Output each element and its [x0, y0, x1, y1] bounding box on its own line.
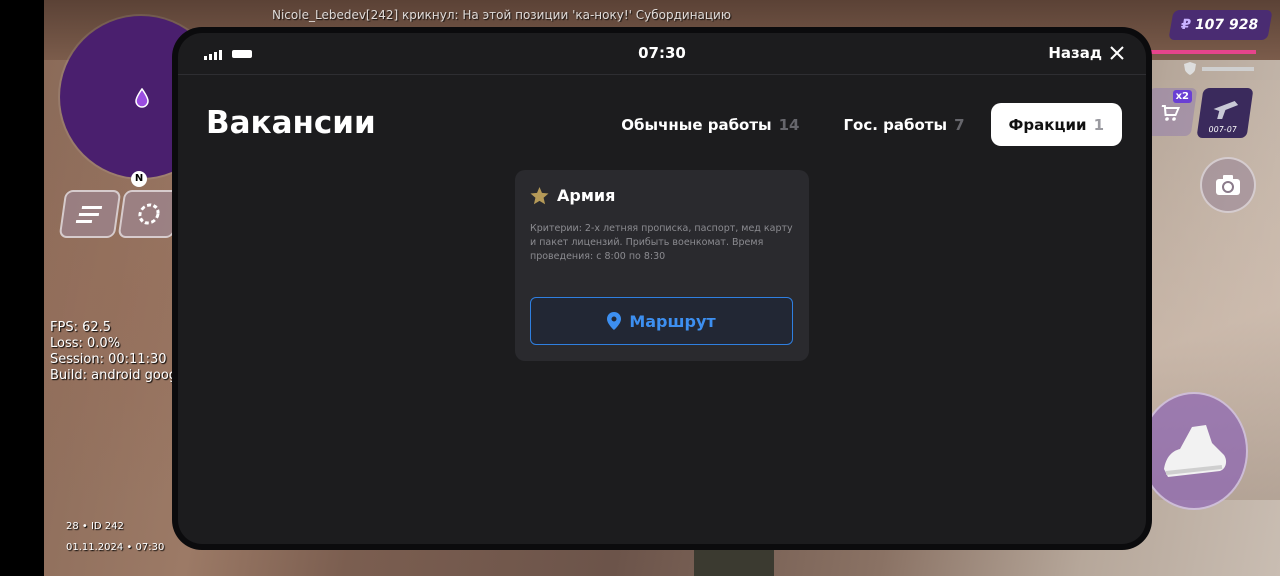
tab-label: Обычные работы [621, 115, 772, 134]
weapon-slot[interactable]: 007-07 [1196, 88, 1254, 138]
tab-factions[interactable]: Фракции 1 [990, 103, 1122, 146]
vacancy-card-header: Армия [530, 186, 794, 205]
camera-button[interactable] [1200, 157, 1256, 213]
build-text: Build: android goog [50, 368, 178, 383]
camera-rotate-icon [1216, 175, 1240, 195]
cart-icon [1161, 105, 1181, 121]
vacancy-tabs: Обычные работы 14 Гос. работы 7 Фракции … [603, 103, 1122, 146]
route-label: Маршрут [629, 311, 716, 331]
close-icon [1110, 46, 1124, 60]
vacancy-title: Армия [557, 186, 616, 205]
datetime-text: 01.11.2024 • 07:30 [66, 542, 165, 553]
phone-screen: 07:30 Назад Вакансии Обычные работы 14 Г… [178, 33, 1146, 544]
location-drop-icon [135, 88, 149, 108]
player-id-text: 28 • ID 242 [66, 521, 124, 532]
debug-stats: FPS: 62.5 Loss: 0.0% Session: 00:11:30 B… [50, 320, 177, 384]
loss-text: Loss: 0.0% [50, 336, 121, 351]
phone-frame: 07:30 Назад Вакансии Обычные работы 14 Г… [172, 27, 1152, 550]
star-icon [530, 186, 549, 204]
sneaker-icon [1164, 425, 1227, 477]
interaction-wheel-button[interactable] [117, 190, 181, 238]
armor-bar [1202, 66, 1254, 71]
phone-clock: 07:30 [638, 44, 686, 62]
shop-badge: x2 [1172, 90, 1192, 103]
ruble-symbol: ₽ [1179, 17, 1193, 33]
vacancy-description: Критерии: 2-х летняя прописка, паспорт, … [530, 223, 793, 262]
armor-row [1184, 62, 1254, 75]
money-amount: 107 928 [1193, 17, 1260, 33]
tab-count: 1 [1093, 115, 1104, 134]
tab-gov-jobs[interactable]: Гос. работы 7 [825, 103, 982, 146]
back-button[interactable]: Назад [1048, 44, 1124, 62]
tab-count: 7 [954, 115, 965, 134]
left-black-strip [0, 0, 44, 576]
pistol-icon [1213, 101, 1239, 119]
fps-text: FPS: 62.5 [50, 320, 112, 335]
vacancy-card: Армия Критерии: 2-х летняя прописка, пас… [515, 170, 809, 361]
phone-status-bar: 07:30 Назад [178, 33, 1146, 75]
weapon-label: 007-07 [1207, 125, 1238, 134]
tab-count: 14 [778, 115, 800, 134]
back-label: Назад [1048, 44, 1102, 62]
tab-label: Гос. работы [843, 115, 948, 134]
wheel-icon [138, 203, 160, 225]
shield-icon [1184, 62, 1196, 75]
menu-lines-icon [75, 206, 103, 223]
page-title: Вакансии [206, 105, 376, 141]
tab-regular-jobs[interactable]: Обычные работы 14 [603, 103, 817, 146]
tab-label: Фракции [1008, 115, 1087, 134]
menu-button[interactable] [58, 190, 122, 238]
session-text: Session: 00:11:30 [50, 352, 167, 367]
sprint-button[interactable] [1140, 392, 1248, 510]
map-pin-icon [607, 312, 622, 330]
chat-line: Nicole_Lebedev[242] крикнул: На этой поз… [272, 8, 731, 22]
money-display: ₽ 107 928 [1168, 10, 1273, 40]
route-button[interactable]: Маршрут [530, 297, 793, 345]
north-indicator: N [131, 171, 147, 187]
